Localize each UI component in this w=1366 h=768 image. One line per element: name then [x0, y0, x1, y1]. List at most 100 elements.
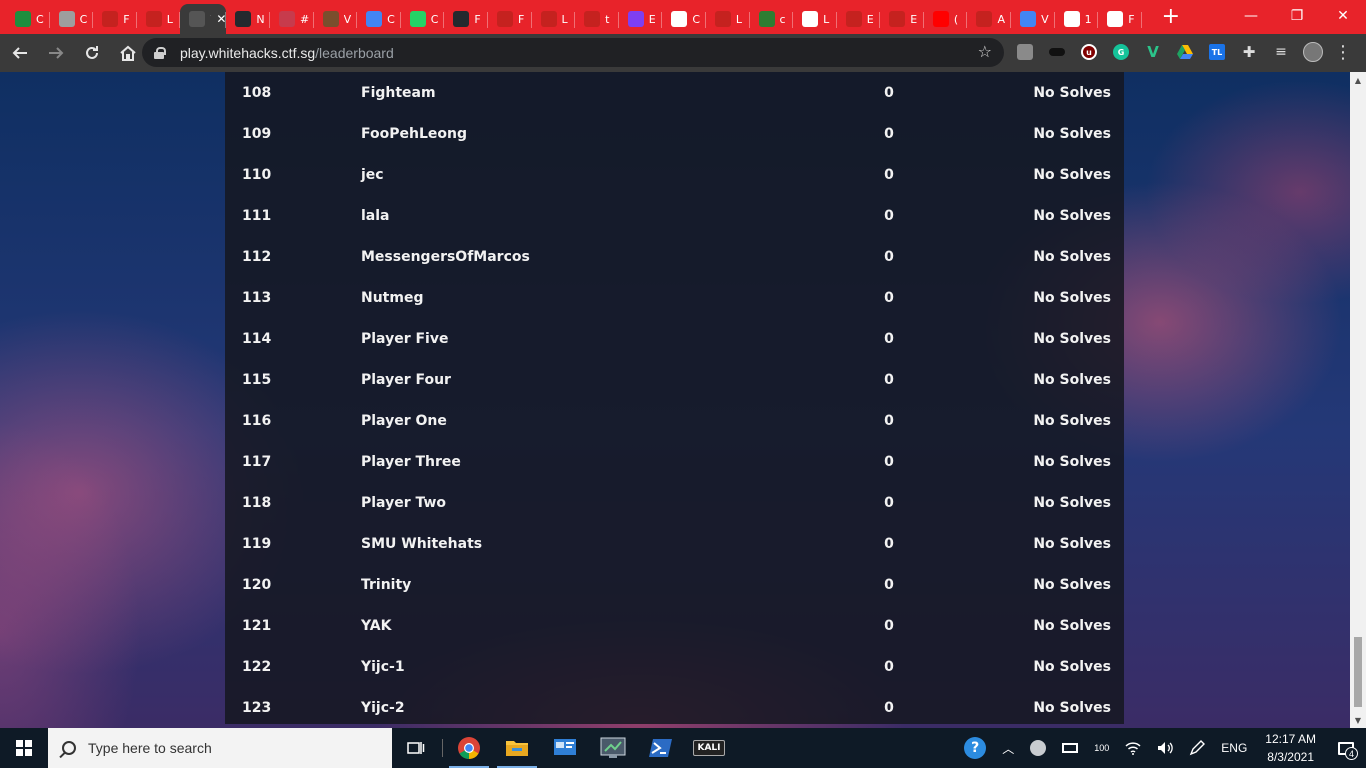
grammarly-icon[interactable]: G — [1108, 38, 1134, 66]
browser-tab[interactable]: C — [357, 4, 401, 34]
notification-center-icon[interactable]: 4 — [1326, 728, 1366, 768]
shield-extension-icon[interactable] — [1012, 38, 1038, 66]
browser-tab[interactable]: C — [662, 4, 706, 34]
home-button[interactable] — [112, 37, 144, 69]
browser-tab[interactable]: C — [6, 4, 50, 34]
start-button[interactable] — [0, 728, 48, 768]
row-team-name[interactable]: Trinity — [361, 577, 411, 593]
wifi-icon[interactable] — [1117, 728, 1149, 768]
tl-extension-icon[interactable]: TL — [1204, 38, 1230, 66]
scroll-thumb[interactable] — [1354, 637, 1362, 707]
browser-tab[interactable]: A — [967, 4, 1011, 34]
input-language[interactable]: ENG — [1213, 728, 1255, 768]
row-team-name[interactable]: Player Two — [361, 495, 446, 511]
browser-tab[interactable]: C — [401, 4, 445, 34]
browser-tab[interactable]: V — [314, 4, 358, 34]
row-score: 0 — [884, 289, 894, 306]
leaderboard-row: 112 MessengersOfMarcos 0 No Solves — [225, 236, 1124, 277]
row-team-name[interactable]: YAK — [361, 618, 391, 634]
maximize-button[interactable]: ❐ — [1274, 0, 1320, 32]
pin-icon — [584, 11, 601, 27]
taskbar-search[interactable]: Type here to search — [48, 728, 392, 768]
arrow-left-icon — [12, 47, 27, 59]
menu-kebab-icon[interactable]: ⋮ — [1332, 42, 1354, 63]
browser-tab[interactable]: c — [750, 4, 794, 34]
drive-icon[interactable] — [1172, 38, 1198, 66]
scroll-up-arrow-icon[interactable]: ▲ — [1350, 72, 1366, 88]
minimize-button[interactable]: — — [1228, 0, 1274, 32]
kali-icon[interactable]: KALI — [685, 728, 733, 768]
mask-extension-icon[interactable] — [1044, 38, 1070, 66]
browser-tab[interactable]: E — [619, 4, 663, 34]
new-tab-button[interactable]: + — [1156, 2, 1186, 32]
remote-desktop-icon[interactable] — [589, 728, 637, 768]
powershell-icon[interactable] — [637, 728, 685, 768]
row-team-name[interactable]: Player Three — [361, 454, 461, 470]
browser-tab[interactable]: 1 — [1055, 4, 1099, 34]
browser-tab[interactable]: F — [1098, 4, 1142, 34]
tab-title: C — [79, 12, 88, 26]
row-team-name[interactable]: Player One — [361, 413, 447, 429]
volume-icon[interactable] — [1149, 728, 1181, 768]
vertical-scrollbar[interactable]: ▲ ▼ — [1350, 72, 1366, 728]
sg-icon — [1107, 11, 1124, 27]
control-panel-icon[interactable] — [541, 728, 589, 768]
browser-tab[interactable]: t — [575, 4, 619, 34]
row-team-name[interactable]: Yijc-2 — [361, 700, 405, 716]
steam-icon[interactable] — [1022, 728, 1054, 768]
browser-tab[interactable]: L — [706, 4, 750, 34]
row-team-name[interactable]: FooPehLeong — [361, 126, 467, 142]
puzzle-icon[interactable]: ✚ — [1236, 38, 1262, 66]
browser-tab[interactable]: # — [270, 4, 314, 34]
row-team-name[interactable]: MessengersOfMarcos — [361, 249, 530, 265]
help-icon[interactable]: ? — [956, 728, 994, 768]
chevron-up-icon[interactable]: ︿ — [994, 728, 1022, 768]
chat-icon — [278, 11, 295, 27]
row-solve-status: No Solves — [1033, 658, 1111, 675]
browser-tab[interactable]: F — [488, 4, 532, 34]
pen-icon[interactable] — [1181, 728, 1213, 768]
browser-tab[interactable]: E — [880, 4, 924, 34]
close-window-button[interactable]: ✕ — [1320, 0, 1366, 32]
system-clock[interactable]: 12:17 AM 8/3/2021 — [1255, 730, 1326, 766]
browser-tab[interactable]: F — [444, 4, 488, 34]
browser-tab[interactable]: F — [93, 4, 137, 34]
address-bar[interactable]: play.whitehacks.ctf.sg/leaderboard ☆ — [142, 38, 1004, 67]
row-team-name[interactable]: jec — [361, 167, 384, 183]
forward-button[interactable] — [40, 37, 72, 69]
browser-tab[interactable]: L — [793, 4, 837, 34]
browser-tab[interactable]: N — [226, 4, 270, 34]
browser-tab[interactable]: W✕ — [180, 4, 227, 34]
row-team-name[interactable]: SMU Whitehats — [361, 536, 482, 552]
row-team-name[interactable]: Yijc-1 — [361, 659, 405, 675]
vimium-icon[interactable]: V — [1140, 38, 1166, 66]
browser-tab[interactable]: L — [532, 4, 576, 34]
playlist-icon[interactable]: ≡ — [1268, 38, 1294, 66]
bookmark-star-icon[interactable]: ☆ — [978, 42, 992, 61]
row-solve-status: No Solves — [1033, 84, 1111, 101]
reload-button[interactable] — [76, 37, 108, 69]
row-score: 0 — [884, 576, 894, 593]
browser-tab[interactable]: V — [1011, 4, 1055, 34]
ublock-icon[interactable]: u — [1076, 38, 1102, 66]
row-solve-status: No Solves — [1033, 699, 1111, 716]
back-button[interactable] — [4, 37, 36, 69]
browser-tab[interactable]: E — [837, 4, 881, 34]
row-team-name[interactable]: Player Five — [361, 331, 448, 347]
row-team-name[interactable]: Player Four — [361, 372, 451, 388]
row-team-name[interactable]: Fighteam — [361, 85, 436, 101]
browser-tab[interactable]: C — [50, 4, 94, 34]
tab-title: L — [735, 12, 743, 26]
chrome-icon[interactable] — [445, 728, 493, 768]
file-explorer-icon[interactable] — [493, 728, 541, 768]
row-team-name[interactable]: lala — [361, 208, 390, 224]
browser-tab[interactable]: L — [137, 4, 181, 34]
row-score: 0 — [884, 658, 894, 675]
browser-tab[interactable]: ( — [924, 4, 968, 34]
task-view-icon[interactable] — [392, 728, 440, 768]
profile-avatar[interactable] — [1300, 38, 1326, 66]
scroll-down-arrow-icon[interactable]: ▼ — [1350, 712, 1366, 728]
close-tab-icon[interactable]: ✕ — [216, 12, 226, 26]
row-team-name[interactable]: Nutmeg — [361, 290, 423, 306]
battery-icon[interactable] — [1054, 728, 1086, 768]
